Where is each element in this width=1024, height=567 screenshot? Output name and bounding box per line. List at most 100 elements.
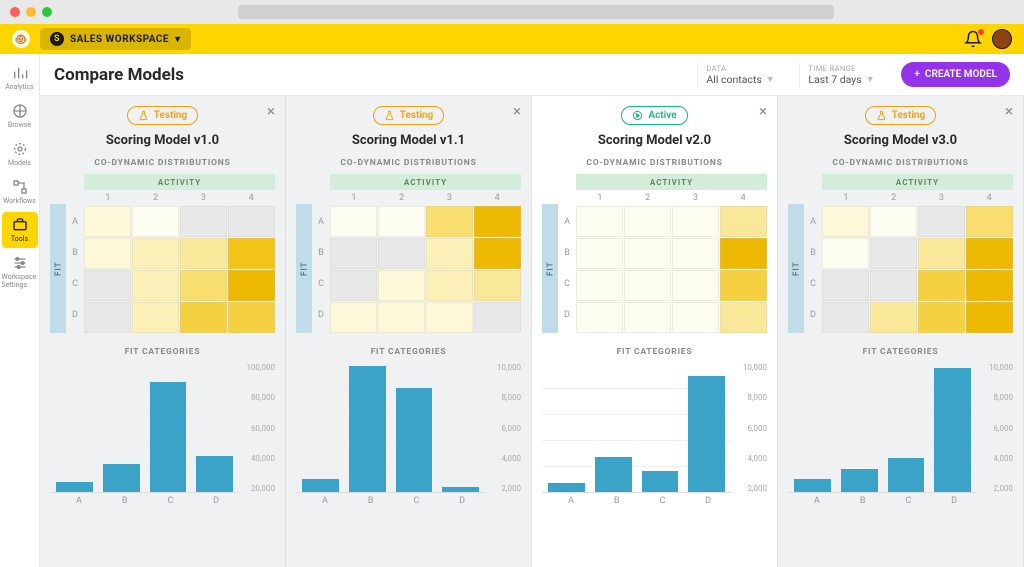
heatmap-cell: [132, 270, 179, 301]
flask-icon: [384, 110, 395, 121]
y-axis: 10,0008,0006,0004,0002,000: [485, 363, 521, 493]
sidebar-item-analytics[interactable]: Analytics: [2, 60, 38, 96]
sidebar-item-browse[interactable]: Browse: [2, 98, 38, 134]
heatmap-cell: [576, 270, 623, 301]
app-logo[interactable]: 🐵: [12, 30, 30, 48]
sidebar-item-models[interactable]: Models: [2, 136, 38, 172]
heatmap-cell: [918, 238, 965, 269]
heatmap-cell: [132, 302, 179, 333]
heatmap-cell: [474, 302, 521, 333]
heatmap-cell: [426, 270, 473, 301]
heatmap-cell: [84, 206, 131, 237]
heatmap-cell: [84, 270, 131, 301]
heatmap-cell: [966, 302, 1013, 333]
bar-chart: 10,0008,0006,0004,0002,000: [788, 363, 1013, 493]
sidebar-item-workflows[interactable]: Workflows: [2, 174, 38, 210]
topbar: 🐵 S SALES WORKSPACE ▾: [0, 24, 1024, 54]
status-pill: Testing: [373, 106, 444, 125]
sidebar-item-workspace-settings[interactable]: Workspace Settings: [2, 250, 38, 294]
close-card-button[interactable]: ×: [513, 102, 521, 120]
section-label: FIT CATEGORIES: [296, 347, 521, 357]
bar: [688, 376, 725, 492]
heatmap-cell: [870, 270, 917, 301]
window-min-dot[interactable]: [26, 7, 36, 17]
heatmap-cell: [378, 206, 425, 237]
heatmap-cell: [330, 238, 377, 269]
notifications-button[interactable]: [964, 30, 982, 48]
browser-chrome: [0, 0, 1024, 24]
notification-badge: [977, 28, 985, 36]
section-label: CO-DYNAMIC DISTRIBUTIONS: [50, 158, 275, 168]
y-axis: 100,00080,00060,00040,00020,000: [239, 363, 275, 493]
heatmap-cell: [378, 270, 425, 301]
filter-label: DATA: [706, 64, 779, 73]
status-pill: Testing: [865, 106, 936, 125]
activity-axis-label: ACTIVITY: [84, 174, 275, 190]
bar: [642, 471, 679, 492]
heatmap-cell: [822, 270, 869, 301]
heatmap-cell: [672, 206, 719, 237]
x-axis: ABCD: [50, 493, 275, 506]
fit-axis-label: FIT: [788, 204, 804, 333]
heatmap-cell: [576, 238, 623, 269]
main: Compare Models DATA All contacts▼ TIME R…: [40, 54, 1024, 567]
chevron-down-icon: ▼: [766, 74, 775, 85]
activity-axis-label: ACTIVITY: [822, 174, 1013, 190]
close-card-button[interactable]: ×: [1005, 102, 1013, 120]
model-card: ×TestingScoring Model v1.1CO-DYNAMIC DIS…: [286, 96, 532, 567]
y-axis: 10,0008,0006,0004,0002,000: [977, 363, 1013, 493]
x-axis: ABCD: [788, 493, 1013, 506]
window-close-dot[interactable]: [10, 7, 20, 17]
workflows-icon: [12, 179, 28, 195]
heatmap-cell: [672, 238, 719, 269]
model-cards-row: × Testing Scoring Model v1.0 CO-DYNAMIC DIS…: [40, 96, 1024, 567]
workspace-switcher[interactable]: S SALES WORKSPACE ▾: [40, 28, 191, 50]
heatmap-cell: [672, 302, 719, 333]
sidebar-item-tools[interactable]: Tools: [2, 212, 38, 248]
heatmap-cell: [720, 302, 767, 333]
section-label: CO-DYNAMIC DISTRIBUTIONS: [296, 158, 521, 168]
bar: [150, 382, 187, 492]
heatmap-cell: [624, 302, 671, 333]
heatmap-cell: [624, 206, 671, 237]
heatmap-cell: [870, 302, 917, 333]
heatmap-cell: [966, 270, 1013, 301]
x-axis: ABCD: [542, 493, 767, 506]
plus-icon: +: [914, 69, 920, 80]
sidebar: AnalyticsBrowseModelsWorkflowsToolsWorks…: [0, 54, 40, 567]
heatmap-cell: [966, 206, 1013, 237]
window-max-dot[interactable]: [42, 7, 52, 17]
time-filter[interactable]: TIME RANGE Last 7 days▼: [799, 62, 889, 88]
heatmap-cell: [474, 206, 521, 237]
heatmap-cell: [576, 302, 623, 333]
heatmap-cell: [918, 270, 965, 301]
bar: [794, 479, 831, 492]
heatmap-cell: [822, 302, 869, 333]
close-card-button[interactable]: ×: [267, 102, 275, 120]
close-card-button[interactable]: ×: [759, 102, 767, 120]
chevron-down-icon: ▼: [866, 74, 875, 85]
model-title: Scoring Model v1.0: [50, 133, 275, 148]
create-model-button[interactable]: + CREATE MODEL: [901, 62, 1010, 87]
play-circle-icon: [632, 110, 643, 121]
browse-icon: [12, 103, 28, 119]
analytics-icon: [12, 65, 28, 81]
heatmap-cell: [132, 206, 179, 237]
url-bar[interactable]: [238, 5, 834, 19]
heatmap-cell: [426, 206, 473, 237]
heatmap-cell: [180, 206, 227, 237]
status-pill: Testing: [127, 106, 198, 125]
heatmap-cell: [918, 302, 965, 333]
heatmap: FITACTIVITY1234ABCD: [788, 174, 1013, 333]
status-pill: Active: [621, 106, 687, 125]
bar: [56, 482, 93, 492]
user-avatar[interactable]: [992, 29, 1012, 49]
section-label: FIT CATEGORIES: [788, 347, 1013, 357]
section-label: FIT CATEGORIES: [542, 347, 767, 357]
heatmap-cell: [624, 238, 671, 269]
bar: [841, 469, 878, 492]
heatmap: FITACTIVITY1234ABCD: [50, 174, 275, 333]
heatmap-cell: [330, 302, 377, 333]
heatmap-cell: [228, 270, 275, 301]
data-filter[interactable]: DATA All contacts▼: [697, 62, 787, 88]
